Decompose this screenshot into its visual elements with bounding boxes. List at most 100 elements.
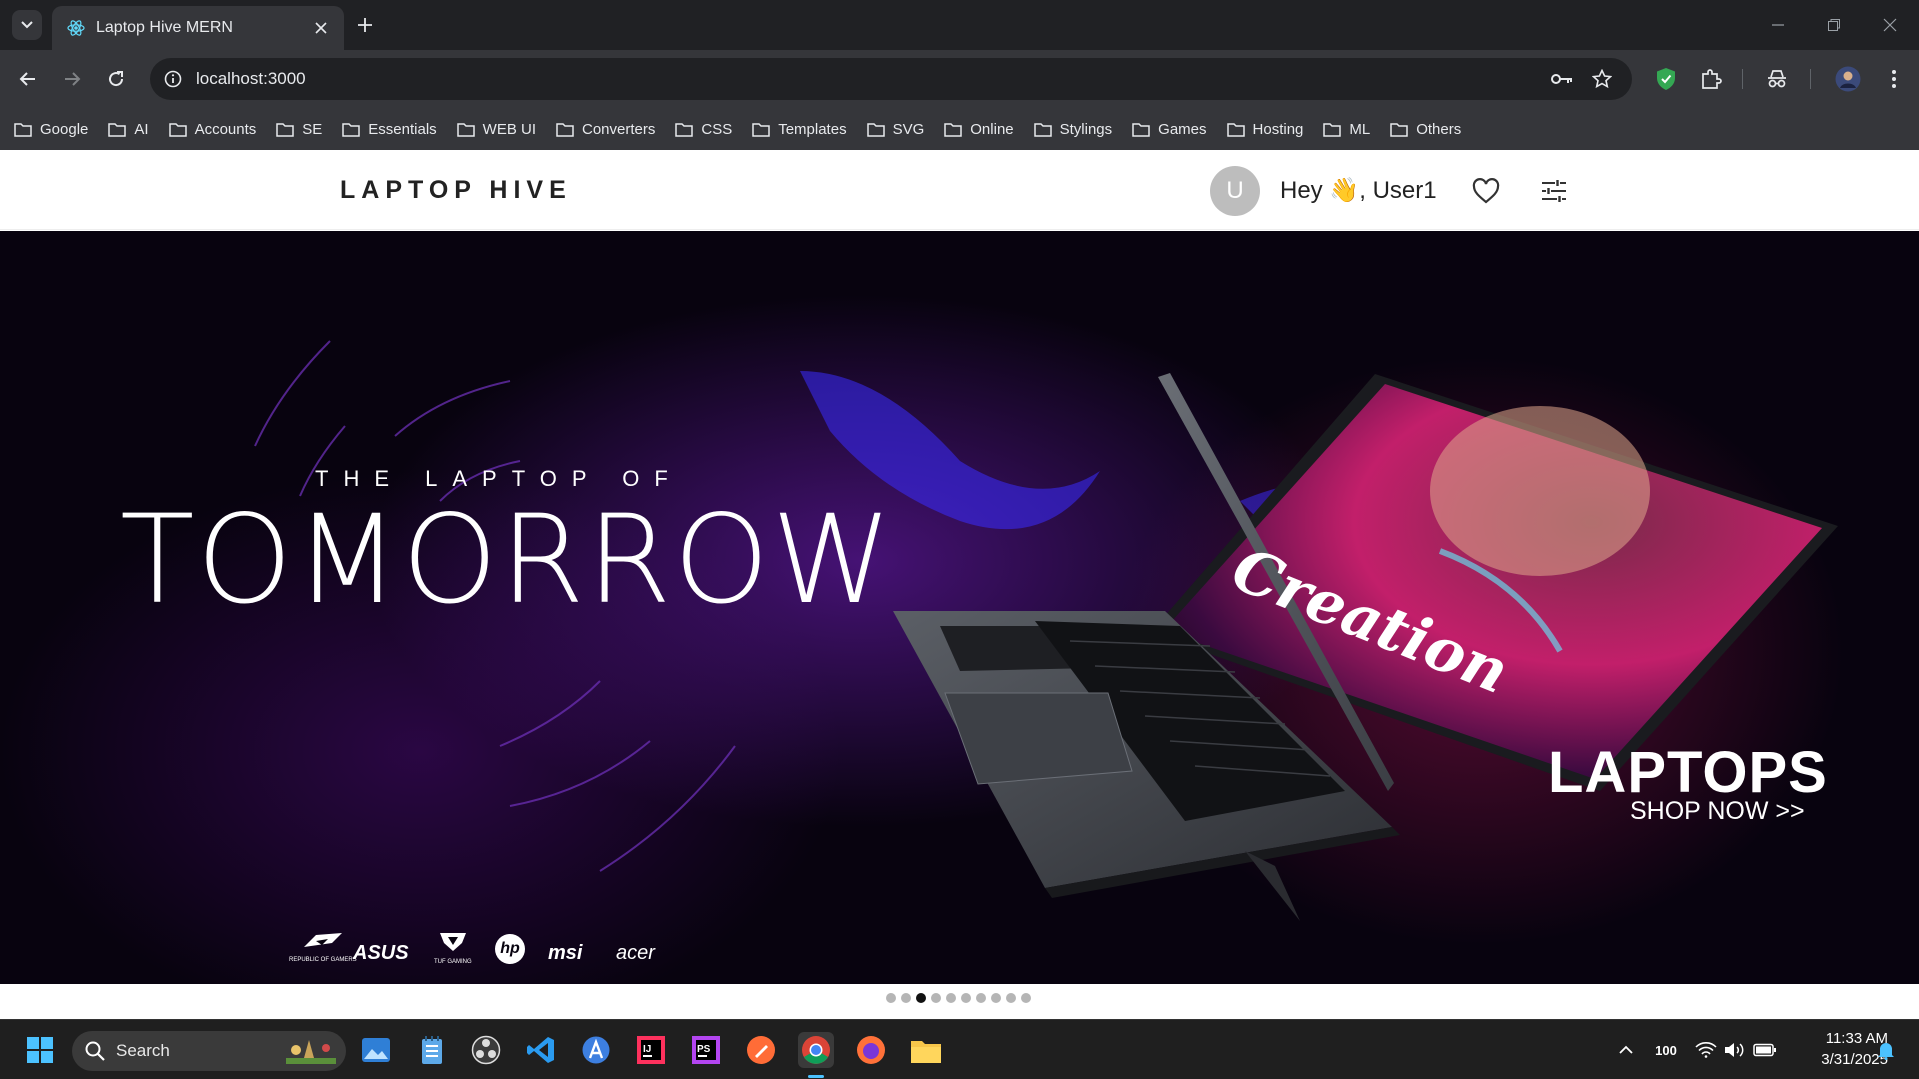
- intellij-app-icon[interactable]: IJ: [633, 1032, 669, 1068]
- site-logo[interactable]: LAPTOP HIVE: [340, 176, 572, 205]
- carousel-dot[interactable]: [916, 993, 926, 1003]
- search-highlight-icon: [286, 1040, 336, 1064]
- folder-icon: [752, 122, 770, 137]
- system-clock[interactable]: 11:33 AM 3/31/2025: [1788, 1028, 1888, 1070]
- brand-logo-tuf: TUF GAMING: [434, 931, 472, 965]
- arrow-left-icon: [19, 72, 35, 86]
- back-button[interactable]: [12, 63, 44, 95]
- battery-percentage: 100: [1655, 1042, 1677, 1058]
- carousel-dot[interactable]: [976, 993, 986, 1003]
- plus-icon: [358, 18, 372, 32]
- show-hidden-icons-chevron[interactable]: [1614, 1038, 1638, 1062]
- carousel-dot[interactable]: [931, 993, 941, 1003]
- bookmark-label: Games: [1158, 120, 1207, 138]
- notification-bell-icon[interactable]: [1874, 1038, 1898, 1062]
- bookmark-label: Accounts: [194, 120, 257, 138]
- bookmark-label: SE: [302, 120, 323, 138]
- bookmark-star-icon[interactable]: [1590, 67, 1614, 91]
- adblock-shield-icon[interactable]: [1652, 65, 1680, 93]
- restore-button[interactable]: [1814, 10, 1854, 40]
- bookmark-folder[interactable]: SVG: [866, 121, 924, 138]
- extensions-puzzle-icon[interactable]: [1697, 65, 1725, 93]
- bookmark-folder[interactable]: Others: [1390, 121, 1461, 138]
- bookmark-folder[interactable]: Online: [944, 121, 1014, 138]
- incognito-icon[interactable]: [1763, 65, 1791, 93]
- bookmark-folder[interactable]: Hosting: [1226, 121, 1303, 138]
- folder-icon: [276, 122, 295, 137]
- folder-icon: [866, 122, 885, 137]
- taskbar-search-label: Search: [116, 1041, 170, 1060]
- carousel-dot[interactable]: [946, 993, 956, 1003]
- hero-category: LAPTOPS: [1548, 740, 1828, 805]
- bookmark-folder[interactable]: Accounts: [168, 120, 257, 138]
- password-key-icon[interactable]: [1550, 67, 1574, 91]
- carousel-dot[interactable]: [1021, 993, 1031, 1003]
- chrome-menu-icon[interactable]: [1880, 65, 1908, 93]
- web-page: LAPTOP HIVE U Hey 👋, User1 THE LAPTOP OF…: [0, 150, 1919, 1019]
- close-icon: [1883, 18, 1897, 32]
- phpstorm-app-icon[interactable]: PS: [688, 1032, 724, 1068]
- shop-now-link[interactable]: SHOP NOW >>: [1630, 797, 1805, 826]
- filter-sliders-icon[interactable]: [1538, 176, 1570, 206]
- wishlist-heart-icon[interactable]: [1470, 176, 1502, 206]
- browser-tab[interactable]: Laptop Hive MERN: [52, 6, 344, 50]
- new-tab-button[interactable]: [350, 10, 380, 40]
- bookmark-label: Others: [1416, 120, 1462, 138]
- bookmark-folder[interactable]: Essentials: [342, 121, 437, 138]
- brand-logo-hp: hp: [495, 934, 525, 964]
- taskbar-search[interactable]: Search: [72, 1031, 346, 1071]
- wifi-icon[interactable]: [1694, 1038, 1718, 1062]
- bookmark-folder[interactable]: Stylings: [1033, 121, 1112, 138]
- user-avatar[interactable]: U: [1210, 166, 1260, 216]
- carousel-dot[interactable]: [901, 993, 911, 1003]
- clock-time: 11:33 AM: [1825, 1030, 1888, 1047]
- address-bar[interactable]: localhost:3000: [150, 58, 1632, 100]
- file-explorer-icon[interactable]: [908, 1032, 944, 1068]
- chrome-app-icon[interactable]: [798, 1032, 834, 1068]
- photos-app-icon[interactable]: [358, 1032, 394, 1068]
- bookmark-folder[interactable]: Google: [14, 121, 88, 138]
- firefox-app-icon[interactable]: [853, 1032, 889, 1068]
- forward-button[interactable]: [56, 63, 88, 95]
- vscode-app-icon[interactable]: [523, 1032, 559, 1068]
- bookmark-folder[interactable]: SE: [276, 121, 322, 138]
- profile-avatar[interactable]: [1834, 65, 1862, 93]
- minimize-button[interactable]: [1758, 10, 1798, 40]
- arrow-right-icon: [65, 72, 81, 86]
- bookmark-folder[interactable]: Converters: [556, 121, 655, 138]
- folder-icon: [1132, 122, 1150, 137]
- android-studio-icon[interactable]: [578, 1032, 614, 1068]
- folder-icon: [456, 122, 475, 137]
- bookmark-folder[interactable]: ML: [1323, 121, 1370, 138]
- carousel-dot[interactable]: [1006, 993, 1016, 1003]
- bookmark-folder[interactable]: CSS: [675, 121, 732, 138]
- battery-icon[interactable]: [1752, 1038, 1778, 1062]
- hero-carousel-slide[interactable]: THE LAPTOP OF TOMORROW Creation LAPTOPS …: [0, 231, 1919, 984]
- volume-icon[interactable]: [1722, 1038, 1746, 1062]
- search-icon: [85, 1041, 105, 1061]
- carousel-dot[interactable]: [886, 993, 896, 1003]
- reload-button[interactable]: [100, 63, 132, 95]
- site-navbar: LAPTOP HIVE U Hey 👋, User1: [0, 150, 1919, 230]
- svg-text:IJ: IJ: [643, 1044, 651, 1055]
- close-window-button[interactable]: [1870, 10, 1910, 40]
- postman-app-icon[interactable]: [743, 1032, 779, 1068]
- tab-search-button[interactable]: [12, 10, 42, 40]
- minimize-icon: [1772, 24, 1784, 26]
- folder-icon: [1226, 122, 1245, 137]
- carousel-dot[interactable]: [961, 993, 971, 1003]
- brand-logo-msi: msi: [548, 942, 583, 964]
- svg-text:PS: PS: [697, 1044, 711, 1055]
- bookmark-folder[interactable]: Games: [1132, 120, 1207, 138]
- bookmark-folder[interactable]: WEB UI: [456, 121, 536, 138]
- windows-start-icon[interactable]: [22, 1032, 58, 1068]
- bookmark-folder[interactable]: AI: [108, 121, 149, 138]
- carousel-dot[interactable]: [991, 993, 1001, 1003]
- bookmark-folder[interactable]: Templates: [752, 121, 847, 138]
- rog-caption: REPUBLIC OF GAMERS: [289, 957, 357, 963]
- notepad-app-icon[interactable]: [414, 1032, 450, 1068]
- site-info-icon[interactable]: [160, 66, 186, 92]
- obs-app-icon[interactable]: [468, 1032, 504, 1068]
- bookmark-label: Google: [40, 120, 89, 138]
- close-tab-icon[interactable]: [308, 15, 334, 41]
